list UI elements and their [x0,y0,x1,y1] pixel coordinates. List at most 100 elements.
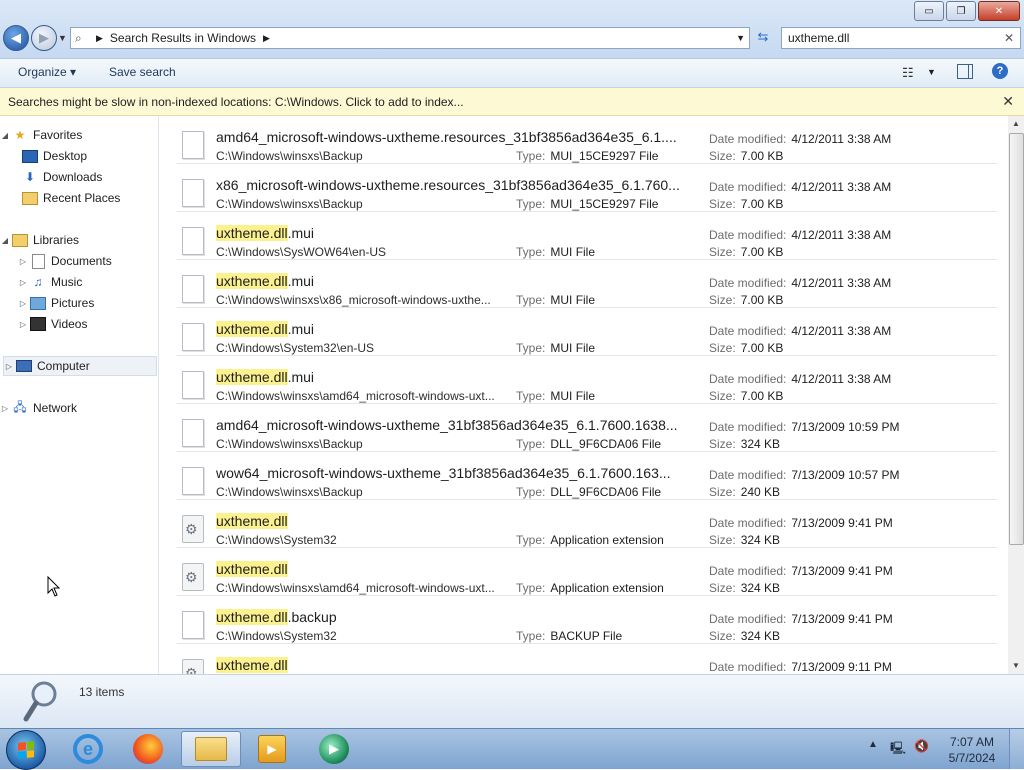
result-row[interactable]: uxtheme.dll.mui C:\Windows\SysWOW64\en-US… [177,212,997,260]
collapse-arrow-icon[interactable]: ◢ [0,131,10,140]
taskbar-windows-explorer[interactable] [181,731,241,767]
taskbar-firefox[interactable] [120,731,176,767]
result-row[interactable]: uxtheme.dll.mui C:\Windows\winsxs\amd64_m… [177,356,997,404]
recent-pages-dropdown[interactable]: ▼ [58,33,67,43]
info-bar-message[interactable]: Searches might be slow in non-indexed lo… [8,95,464,109]
taskbar-internet-explorer[interactable]: e [60,731,116,767]
nav-item-music[interactable]: ▷ ♫ Music [0,272,175,292]
nav-item-favorites[interactable]: ◢ ★ Favorites [0,125,157,145]
type-label: Type: [516,341,546,355]
result-date-modified: Date modified: 4/12/2011 3:38 AM [709,228,891,242]
nav-item-recent-places[interactable]: Recent Places [0,188,177,208]
nav-item-network[interactable]: ▷ 🖧 Network [0,398,157,418]
nav-item-documents[interactable]: ▷ Documents [0,251,175,271]
close-info-bar-icon[interactable]: ✕ [1002,93,1014,110]
size-label: Size: [709,533,736,547]
search-match-highlight: uxtheme.dll [216,225,288,241]
refresh-button[interactable]: ⇆ [752,27,774,47]
save-search-button[interactable]: Save search [109,65,176,79]
network-tray-icon[interactable]: 🖳 [890,739,906,755]
collapse-arrow-icon[interactable]: ◢ [0,236,10,245]
search-box[interactable]: uxtheme.dll ✕ [781,27,1021,49]
result-path: C:\Windows\SysWOW64\en-US [216,245,387,259]
results-scrollbar[interactable]: ▲ ▼ [1008,116,1024,674]
result-size: Size: 324 KB [709,581,780,595]
start-button[interactable] [6,730,46,770]
taskbar-media-player[interactable]: ▶ [244,731,300,767]
expand-arrow-icon[interactable]: ▷ [18,278,28,287]
result-name[interactable]: amd64_microsoft-windows-uxtheme_31bf3856… [216,417,678,433]
help-icon[interactable]: ? [992,63,1008,79]
breadcrumb-arrow-icon[interactable]: ▶ [96,33,103,44]
change-view-icon[interactable]: ☷ [902,65,914,81]
scroll-up-icon[interactable]: ▲ [1008,116,1024,132]
expand-arrow-icon[interactable]: ▷ [4,362,14,371]
result-name[interactable]: amd64_microsoft-windows-uxtheme.resource… [216,129,677,145]
expand-arrow-icon[interactable]: ▷ [18,320,28,329]
result-type: Type: DLL_9F6CDA06 File [516,437,661,451]
nav-item-desktop[interactable]: Desktop [0,146,177,166]
address-bar[interactable]: ⌕ ▶ Search Results in Windows ▶ ▼ [70,27,750,49]
nav-item-pictures[interactable]: ▷ Pictures [0,293,175,313]
breadcrumb-arrow-icon[interactable]: ▶ [263,33,270,44]
taskbar: e ▶ ▶ ▲ 🖳 🔇 7:07 AM 5/7/2024 [0,728,1024,770]
minimize-button[interactable]: ▭ [914,1,944,21]
result-name[interactable]: x86_microsoft-windows-uxtheme.resources_… [216,177,680,193]
nav-item-downloads[interactable]: ⬇ Downloads [0,167,177,187]
result-row[interactable]: uxtheme.dll Date modified: 7/13/2009 9:11 … [177,644,997,674]
result-name[interactable]: uxtheme.dll.mui [216,321,314,337]
maximize-button[interactable]: ❐ [946,1,976,21]
date-value: 4/12/2011 3:38 AM [791,180,892,194]
result-row[interactable]: wow64_microsoft-windows-uxtheme_31bf3856… [177,452,997,500]
search-input[interactable]: uxtheme.dll [788,31,849,45]
preview-pane-icon[interactable] [957,64,973,79]
result-row[interactable]: amd64_microsoft-windows-uxtheme_31bf3856… [177,404,997,452]
date-label: Date modified: [709,564,787,578]
address-dropdown-icon[interactable]: ▼ [736,33,745,43]
result-row[interactable]: x86_microsoft-windows-uxtheme.resources_… [177,164,997,212]
result-row[interactable]: uxtheme.dll.backup C:\Windows\System32 Typ… [177,596,997,644]
navigation-pane: ◢ ★ Favorites Desktop ⬇ Downloads Recent… [0,116,159,674]
show-desktop-button[interactable] [1009,729,1024,769]
date-value: 4/12/2011 3:38 AM [791,324,892,338]
command-bar: Organize ▾ Save search ☷ ▼ ? [0,59,1024,88]
nav-item-libraries[interactable]: ◢ Libraries [0,230,157,250]
result-name[interactable]: uxtheme.dll.mui [216,369,314,385]
scrollbar-thumb[interactable] [1009,133,1024,545]
index-info-bar[interactable]: Searches might be slow in non-indexed lo… [0,88,1024,116]
result-name[interactable]: uxtheme.dll [216,513,288,529]
expand-arrow-icon[interactable]: ▷ [18,299,28,308]
date-label: Date modified: [709,420,787,434]
result-row[interactable]: uxtheme.dll C:\Windows\winsxs\amd64_micro… [177,548,997,596]
organize-button[interactable]: Organize ▾ [18,65,76,79]
show-hidden-icons-arrow-icon[interactable]: ▲ [868,739,878,750]
result-name[interactable]: uxtheme.dll.mui [216,273,314,289]
result-row[interactable]: uxtheme.dll.mui C:\Windows\System32\en-US… [177,308,997,356]
result-name[interactable]: uxtheme.dll [216,657,288,673]
result-name[interactable]: uxtheme.dll.backup [216,609,337,625]
clear-search-icon[interactable]: ✕ [1004,31,1014,45]
view-options-dropdown-icon[interactable]: ▼ [927,67,936,77]
expand-arrow-icon[interactable]: ▷ [0,404,10,413]
back-button[interactable]: ◀ [3,25,29,51]
result-row[interactable]: amd64_microsoft-windows-uxtheme.resource… [177,116,997,164]
clock[interactable]: 7:07 AM 5/7/2024 [947,734,997,766]
volume-muted-icon[interactable]: 🔇 [914,739,930,755]
result-path: C:\Windows\winsxs\amd64_microsoft-window… [216,389,495,403]
computer-icon [16,359,32,373]
close-button[interactable]: ✕ [978,1,1020,21]
result-row[interactable]: uxtheme.dll.mui C:\Windows\winsxs\x86_mic… [177,260,997,308]
result-name[interactable]: uxtheme.dll.mui [216,225,314,241]
result-name[interactable]: uxtheme.dll [216,561,288,577]
nav-item-videos[interactable]: ▷ Videos [0,314,175,334]
taskbar-app[interactable]: ▶ [306,731,362,767]
expand-arrow-icon[interactable]: ▷ [18,257,28,266]
nav-item-computer[interactable]: ▷ Computer [3,356,157,376]
result-row[interactable]: uxtheme.dll C:\Windows\System32 Type: Appli… [177,500,997,548]
result-name[interactable]: wow64_microsoft-windows-uxtheme_31bf3856… [216,465,671,481]
scroll-down-icon[interactable]: ▼ [1008,658,1024,674]
forward-button[interactable]: ▶ [31,25,57,51]
breadcrumb-search-results[interactable]: Search Results in Windows [110,31,256,45]
size-label: Size: [709,485,736,499]
date-label: Date modified: [709,324,787,338]
